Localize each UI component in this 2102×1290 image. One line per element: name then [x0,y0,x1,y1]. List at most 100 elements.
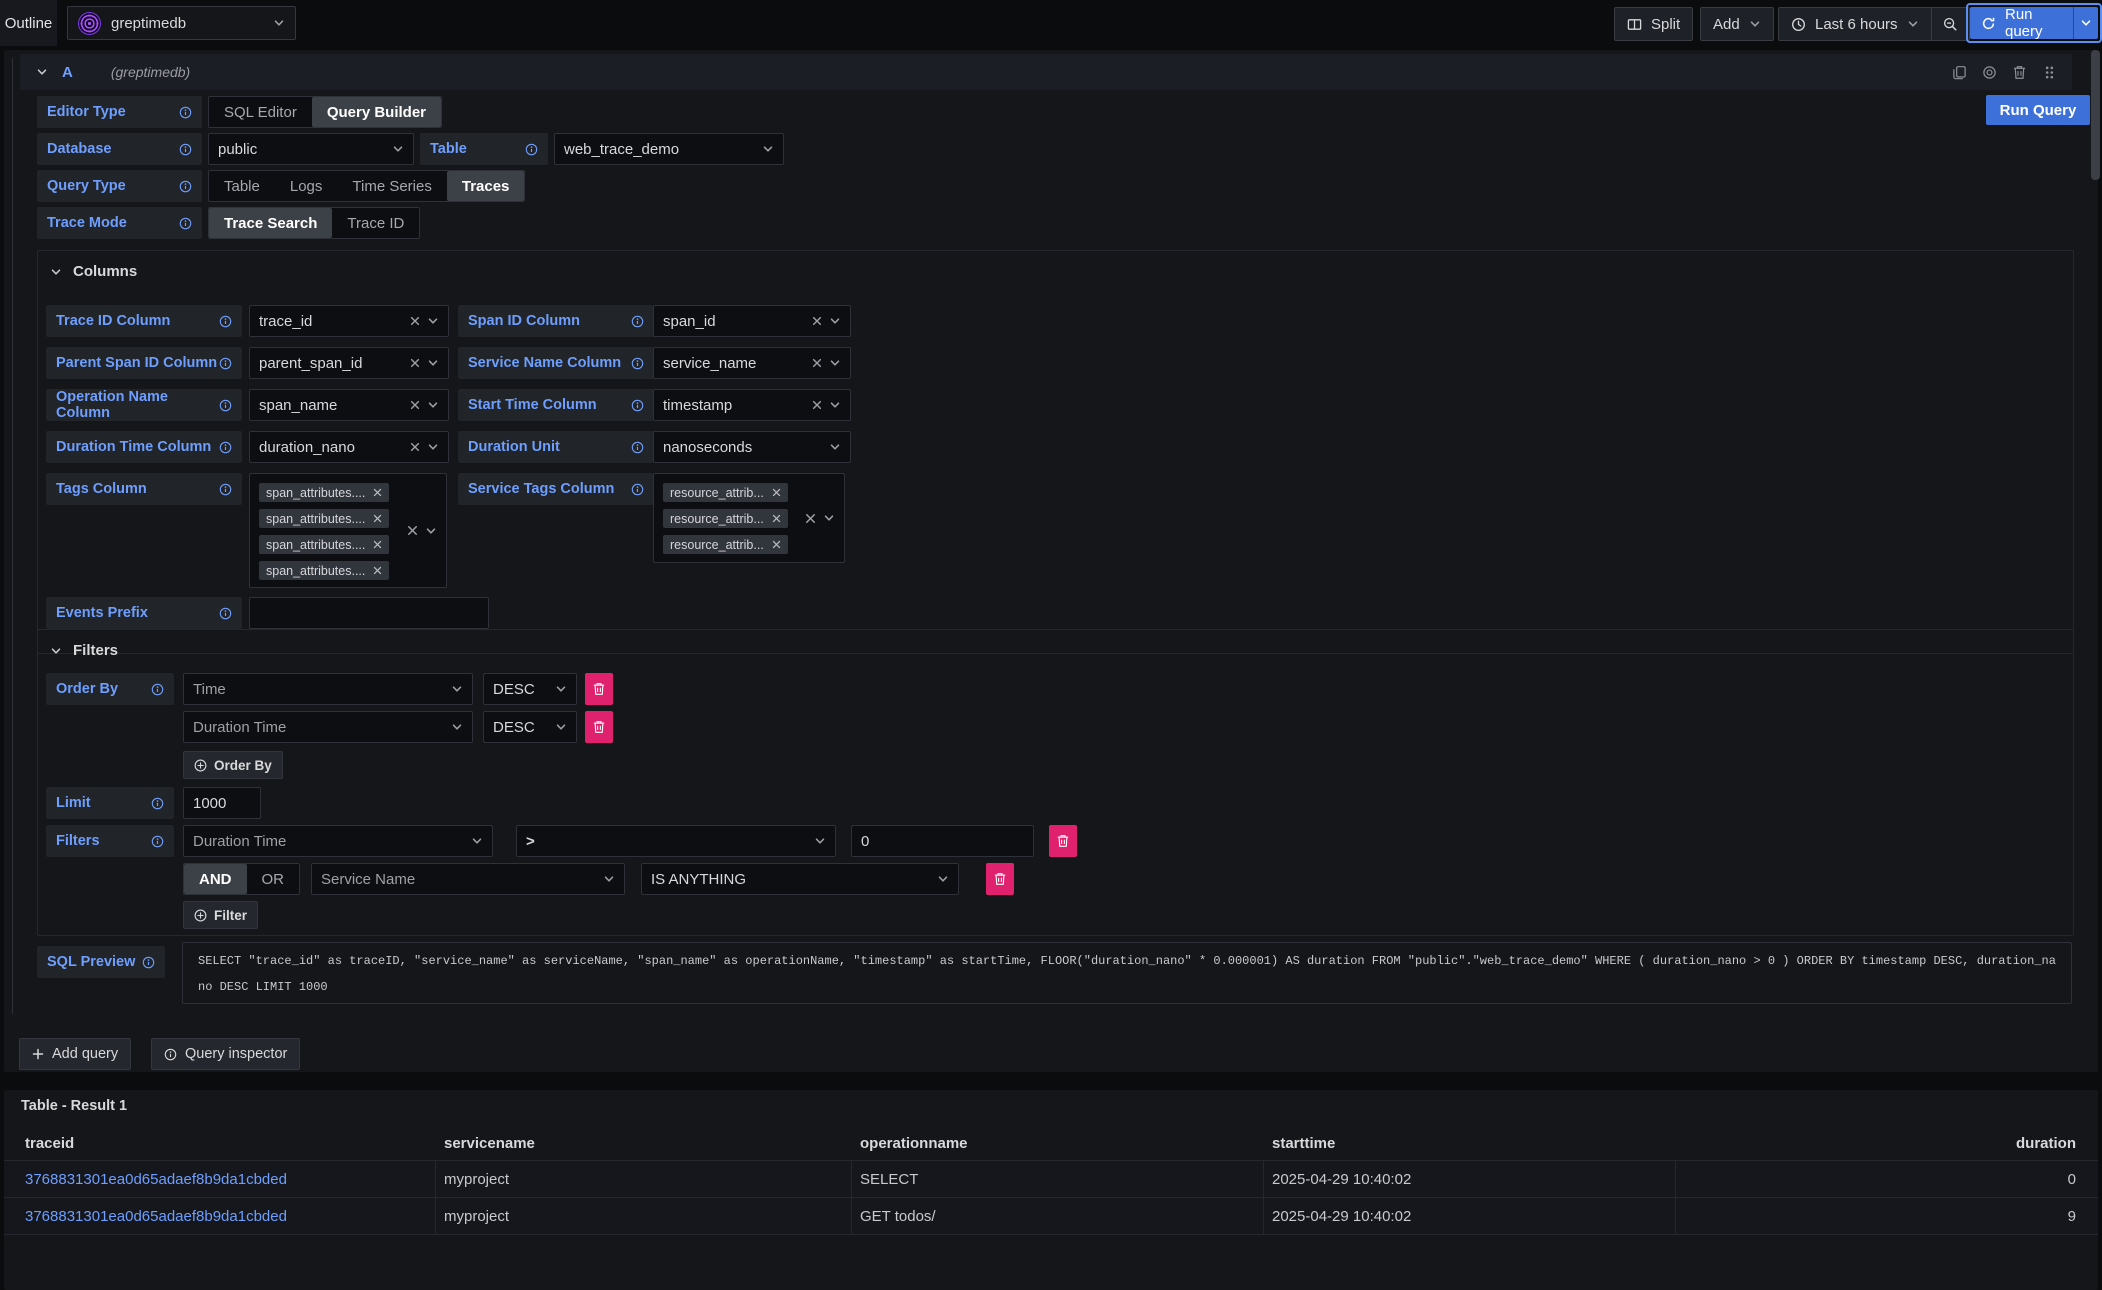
info-icon[interactable] [179,143,192,156]
trace-link[interactable]: 3768831301ea0d65adaef8b9da1cbded [4,1161,436,1197]
option-and[interactable]: AND [184,864,247,894]
filter-operator-select[interactable]: > [516,825,836,857]
delete-order-by-button[interactable] [585,673,613,705]
column-header-servicename[interactable]: servicename [436,1126,852,1160]
order-direction-select[interactable]: DESC [483,711,577,743]
trace-link[interactable]: 3768831301ea0d65adaef8b9da1cbded [4,1198,436,1234]
clear-all-icon[interactable] [407,525,418,536]
add-query-button[interactable]: Add query [19,1038,131,1070]
remove-tag-icon[interactable] [373,566,382,575]
info-icon[interactable] [631,441,644,454]
run-query-button[interactable]: Run query [1970,7,2073,39]
remove-tag-icon[interactable] [772,540,781,549]
option-query-builder[interactable]: Query Builder [312,97,441,127]
collapse-chevron-icon[interactable] [36,66,48,78]
clear-icon[interactable] [812,400,822,410]
tags-column-multiselect[interactable]: span_attributes.... span_attributes.... … [249,473,447,588]
option-or[interactable]: OR [247,864,300,894]
trace-id-column-select[interactable]: trace_id [249,305,449,337]
split-button[interactable]: Split [1614,7,1693,41]
info-icon[interactable] [151,835,164,848]
add-filter-button[interactable]: Filter [183,901,258,929]
remove-tag-icon[interactable] [373,540,382,549]
remove-tag-icon[interactable] [373,514,382,523]
limit-input[interactable] [183,787,261,819]
query-row-header[interactable]: A (greptimedb) [20,54,2072,90]
info-icon[interactable] [525,143,538,156]
info-icon[interactable] [219,399,232,412]
order-by-field-select[interactable]: Time [183,673,473,705]
info-icon[interactable] [631,357,644,370]
info-icon[interactable] [219,357,232,370]
parent-span-id-column-select[interactable]: parent_span_id [249,347,449,379]
service-name-column-select[interactable]: service_name [653,347,851,379]
delete-order-by-button[interactable] [585,711,613,743]
clear-icon[interactable] [410,358,420,368]
info-icon[interactable] [631,483,644,496]
service-tags-column-multiselect[interactable]: resource_attrib... resource_attrib... re… [653,473,845,563]
datasource-picker[interactable]: greptimedb [67,6,296,40]
option-time-series[interactable]: Time Series [337,171,446,201]
column-header-traceid[interactable]: traceid [4,1126,436,1160]
clear-icon[interactable] [410,316,420,326]
info-icon[interactable] [219,483,232,496]
info-icon[interactable] [179,106,192,119]
info-icon[interactable] [151,797,164,810]
info-icon[interactable] [631,315,644,328]
option-sql-editor[interactable]: SQL Editor [209,97,312,127]
filter-value-input[interactable] [851,825,1034,857]
filter-field-select[interactable]: Service Name [311,863,625,895]
clear-icon[interactable] [410,442,420,452]
table-select[interactable]: web_trace_demo [554,133,784,165]
order-by-field-select[interactable]: Duration Time [183,711,473,743]
scrollbar-thumb[interactable] [2091,50,2100,180]
run-query-editor-button[interactable]: Run Query [1986,95,2090,125]
duration-time-column-select[interactable]: duration_nano [249,431,449,463]
column-header-duration[interactable]: duration [1676,1126,2098,1160]
column-header-operationname[interactable]: operationname [852,1126,1264,1160]
filters-section-header[interactable]: Filters [50,642,118,659]
order-direction-select[interactable]: DESC [483,673,577,705]
columns-section-header[interactable]: Columns [50,263,137,280]
filter-operator-select[interactable]: IS ANYTHING [641,863,959,895]
info-icon[interactable] [219,607,232,620]
delete-query-button[interactable] [2006,59,2032,85]
query-inspector-button[interactable]: Query inspector [151,1038,300,1070]
option-logs[interactable]: Logs [275,171,338,201]
start-time-column-select[interactable]: timestamp [653,389,851,421]
filter-field-select[interactable]: Duration Time [183,825,493,857]
info-icon[interactable] [179,217,192,230]
time-range-picker[interactable]: Last 6 hours [1779,8,1931,40]
info-icon[interactable] [219,441,232,454]
delete-filter-button[interactable] [986,863,1014,895]
clear-all-icon[interactable] [805,513,816,524]
remove-tag-icon[interactable] [772,488,781,497]
remove-tag-icon[interactable] [373,488,382,497]
info-icon[interactable] [151,683,164,696]
option-trace-id[interactable]: Trace ID [332,208,419,238]
zoom-out-button[interactable] [1932,8,1969,40]
add-order-by-button[interactable]: Order By [183,751,283,779]
info-icon[interactable] [142,956,155,969]
option-trace-search[interactable]: Trace Search [209,208,332,238]
database-select[interactable]: public [208,133,414,165]
clear-icon[interactable] [812,316,822,326]
span-id-column-select[interactable]: span_id [653,305,851,337]
add-button[interactable]: Add [1700,7,1774,41]
remove-tag-icon[interactable] [772,514,781,523]
column-header-starttime[interactable]: starttime [1264,1126,1676,1160]
toggle-visibility-button[interactable] [1976,59,2002,85]
duplicate-query-button[interactable] [1946,59,1972,85]
option-table[interactable]: Table [209,171,275,201]
info-icon[interactable] [219,315,232,328]
delete-filter-button[interactable] [1049,825,1077,857]
operation-name-column-select[interactable]: span_name [249,389,449,421]
run-query-caret[interactable] [2073,7,2098,39]
option-traces[interactable]: Traces [447,171,525,201]
info-icon[interactable] [631,399,644,412]
clear-icon[interactable] [410,400,420,410]
clear-icon[interactable] [812,358,822,368]
duration-unit-select[interactable]: nanoseconds [653,431,851,463]
outline-toggle[interactable]: Outline [0,0,57,46]
info-icon[interactable] [179,180,192,193]
